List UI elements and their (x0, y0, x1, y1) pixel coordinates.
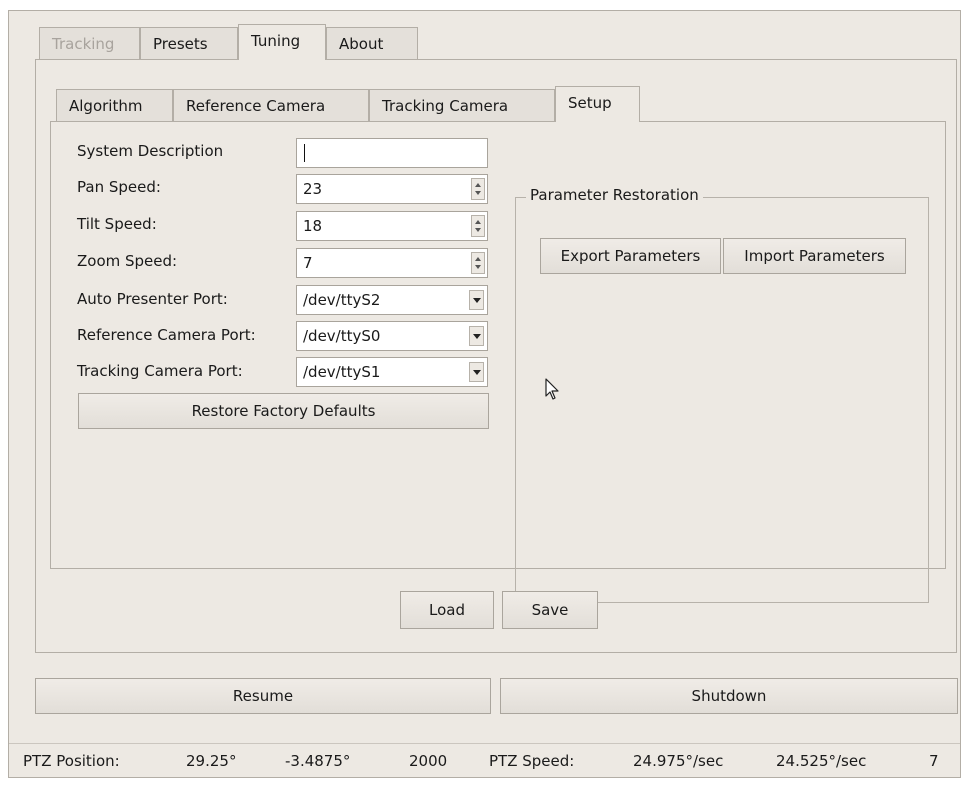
parameter-restoration-group: Parameter Restoration Export Parameters … (515, 186, 929, 603)
spinbox-arrows-icon[interactable] (471, 252, 485, 274)
load-button[interactable]: Load (400, 591, 494, 629)
tab-setup[interactable]: Setup (555, 86, 640, 122)
zoom-speed-spinbox[interactable]: 7 (296, 248, 488, 278)
tuning-pane: Algorithm Reference Camera Tracking Came… (35, 59, 957, 653)
tab-tracking-camera[interactable]: Tracking Camera (369, 89, 555, 123)
pan-speed-label: Pan Speed: (77, 178, 161, 196)
main-tab-bar: Tracking Presets Tuning About (39, 24, 439, 61)
chevron-down-icon[interactable] (469, 326, 484, 346)
text-caret (304, 144, 305, 162)
tracking-camera-port-label: Tracking Camera Port: (77, 362, 243, 380)
chevron-down-icon[interactable] (469, 362, 484, 382)
chevron-down-icon[interactable] (469, 290, 484, 310)
application-window: Tracking Presets Tuning About Algorithm … (8, 10, 961, 778)
setup-pane: System Description Pan Speed: 23 Tilt Sp… (50, 121, 946, 603)
ptz-speed-label: PTZ Speed: (489, 752, 575, 770)
tilt-speed-spinbox[interactable]: 18 (296, 211, 488, 241)
reference-camera-port-label: Reference Camera Port: (77, 326, 256, 344)
tab-about[interactable]: About (326, 27, 418, 61)
tilt-speed-label: Tilt Speed: (77, 215, 157, 233)
tracking-camera-port-select[interactable]: /dev/ttyS1 (296, 357, 488, 387)
system-description-label: System Description (77, 142, 224, 160)
ptz-position-label: PTZ Position: (23, 752, 120, 770)
tab-tuning[interactable]: Tuning (238, 24, 326, 60)
parameter-restoration-title: Parameter Restoration (526, 186, 703, 204)
resume-button[interactable]: Resume (35, 678, 491, 714)
shutdown-button[interactable]: Shutdown (500, 678, 958, 714)
save-button[interactable]: Save (502, 591, 598, 629)
reference-camera-port-select[interactable]: /dev/ttyS0 (296, 321, 488, 351)
ptz-pan-value: 29.25° (186, 752, 237, 770)
ptz-zoom-speed-value: 7 (929, 752, 939, 770)
tab-algorithm[interactable]: Algorithm (56, 89, 173, 123)
tab-tracking[interactable]: Tracking (39, 27, 140, 61)
ptz-pan-speed-value: 24.975°/sec (633, 752, 724, 770)
tab-presets[interactable]: Presets (140, 27, 238, 61)
zoom-speed-label: Zoom Speed: (77, 252, 178, 270)
system-description-input[interactable] (296, 138, 488, 168)
restore-factory-defaults-button[interactable]: Restore Factory Defaults (78, 393, 489, 429)
import-parameters-button[interactable]: Import Parameters (723, 238, 906, 274)
spinbox-arrows-icon[interactable] (471, 215, 485, 237)
export-parameters-button[interactable]: Export Parameters (540, 238, 721, 274)
auto-presenter-port-select[interactable]: /dev/ttyS2 (296, 285, 488, 315)
ptz-tilt-speed-value: 24.525°/sec (776, 752, 867, 770)
sub-tab-bar: Algorithm Reference Camera Tracking Came… (56, 86, 676, 123)
auto-presenter-port-label: Auto Presenter Port: (77, 290, 228, 308)
ptz-tilt-value: -3.4875° (285, 752, 351, 770)
mouse-pointer-icon (545, 378, 559, 400)
pan-speed-spinbox[interactable]: 23 (296, 174, 488, 204)
status-bar: PTZ Position: 29.25° -3.4875° 2000 PTZ S… (9, 743, 960, 777)
spinbox-arrows-icon[interactable] (471, 178, 485, 200)
ptz-zoom-value: 2000 (409, 752, 448, 770)
tab-reference-camera[interactable]: Reference Camera (173, 89, 369, 123)
